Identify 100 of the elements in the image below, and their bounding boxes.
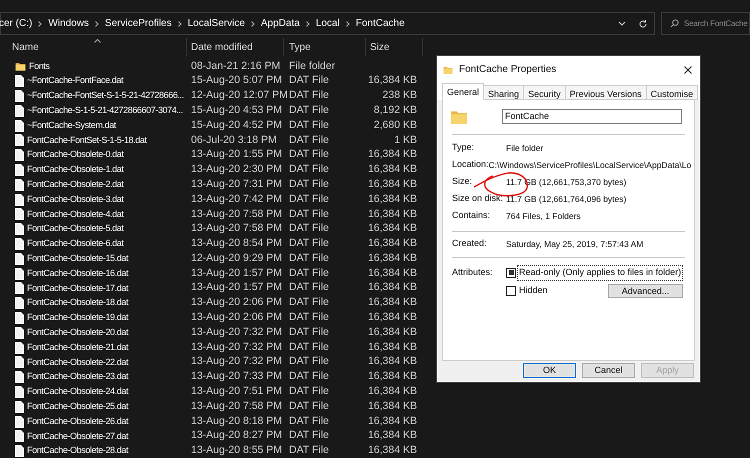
file-type: DAT File [288,221,330,236]
close-icon[interactable] [684,66,692,74]
tab[interactable]: General [442,83,484,100]
column-header[interactable]: Date modified [191,40,253,54]
file-type: DAT File [288,147,330,162]
chevron-right-icon [346,20,350,26]
tab[interactable]: Security [523,85,566,100]
file-size: 16,384 KB [368,163,417,176]
file-size: 16,384 KB [368,178,417,190]
file-icon [15,416,24,428]
file-name[interactable]: FontCache-Obsolete-4.dat [27,208,124,222]
file-icon [15,194,24,206]
file-name[interactable]: FontCache-Obsolete-23.dat [27,370,128,384]
file-type: DAT File [288,443,330,458]
date-modified: 13-Aug-20 7:58 PM [190,398,284,414]
file-name[interactable]: FontCache-Obsolete-15.dat [27,252,128,266]
refresh-icon[interactable] [638,18,648,28]
file-type: DAT File [288,340,330,355]
file-type: DAT File [288,162,330,178]
dialog-button[interactable]: OK [523,363,576,378]
file-size: 16,384 KB [368,429,417,442]
file-icon [15,75,24,88]
file-name[interactable]: FontCache-Obsolete-18.dat [27,296,128,310]
file-name[interactable]: FontCache-Obsolete-28.dat [27,444,128,458]
file-name[interactable]: FontCache-Obsolete-3.dat [27,192,124,206]
checkbox[interactable] [506,286,516,296]
property-value: 764 Files, 1 Folders [506,210,581,222]
file-name[interactable]: FontCache-Obsolete-6.dat [27,237,124,251]
breadcrumb[interactable]: Local [316,16,340,31]
file-name[interactable]: ~FontCache-FontSet-S-1-5-21-42728666... [27,89,184,103]
property-value: Saturday, May 25, 2019, 7:57:43 AM [506,238,644,250]
file-name[interactable]: FontCache-Obsolete-24.dat [27,385,128,399]
file-type: DAT File [288,132,330,148]
file-name[interactable]: FontCache-Obsolete-21.dat [27,340,128,354]
breadcrumb[interactable]: Windows [48,16,89,31]
file-icon [15,208,24,220]
breadcrumb[interactable]: AppData [260,16,300,31]
file-size: 16,384 KB [368,74,417,86]
file-size: 16,384 KB [368,370,417,382]
checkbox[interactable] [506,268,516,278]
file-name[interactable]: FontCache-Obsolete-0.dat [27,148,124,162]
file-name[interactable]: FontCache-Obsolete-22.dat [27,356,128,370]
file-icon [15,149,24,162]
chevron-right-icon [94,20,99,26]
file-size: 16,384 KB [368,148,417,160]
file-name[interactable]: FontCache-FontSet-S-1-5-18.dat [27,134,147,148]
file-type: DAT File [288,250,330,266]
advanced-button[interactable]: Advanced... [608,284,683,298]
file-name[interactable]: ~FontCache-S-1-5-21-4272866607-3074... [27,104,183,118]
dialog-button[interactable]: Cancel [582,363,635,378]
date-modified: 15-Aug-20 4:52 PM [190,118,284,133]
chevron-down-icon[interactable] [618,20,626,26]
file-type: DAT File [288,414,330,429]
property-label: Location: [452,158,489,172]
checkbox-label[interactable]: Hidden [518,284,549,298]
file-name[interactable]: FontCache-Obsolete-16.dat [27,266,128,280]
file-name[interactable]: FontCache-Obsolete-1.dat [27,163,124,177]
file-name[interactable]: Fonts [29,60,50,74]
property-label: Size: [452,175,474,188]
tab[interactable]: Previous Versions [564,85,647,100]
file-name[interactable]: FontCache-Obsolete-19.dat [27,311,128,325]
date-modified: 13-Aug-20 7:42 PM [190,192,284,207]
file-size: 16,384 KB [368,400,417,412]
date-modified: 13-Aug-20 2:30 PM [190,162,284,178]
breadcrumb[interactable]: LocalService [188,16,245,31]
breadcrumb[interactable]: ServiceProfiles [104,16,172,31]
file-name[interactable]: FontCache-Obsolete-25.dat [27,400,128,414]
property-label: Contains: [452,209,492,222]
file-type: DAT File [288,354,330,370]
file-name[interactable]: ~FontCache-System.dat [27,118,116,132]
tab[interactable]: Customise [646,85,698,100]
date-modified: 13-Aug-20 8:18 PM [190,414,284,429]
file-icon [15,342,24,354]
search-field[interactable]: Search FontCache [661,12,750,35]
file-name[interactable]: FontCache-Obsolete-17.dat [27,282,128,296]
file-name[interactable]: FontCache-Obsolete-5.dat [27,222,124,236]
file-name[interactable]: FontCache-Obsolete-27.dat [27,430,128,444]
folder-icon [15,60,26,72]
breadcrumb[interactable]: FontCache [356,16,405,31]
file-name[interactable]: ~FontCache-FontFace.dat [27,74,124,88]
file-name[interactable]: FontCache-Obsolete-20.dat [27,326,128,340]
column-header[interactable]: Type [289,40,311,54]
column-header[interactable]: Size [370,40,390,54]
file-type: DAT File [288,280,330,296]
file-type: File folder [288,58,336,74]
folder-icon [443,64,453,74]
file-size: 16,384 KB [368,237,417,250]
property-value: File folder [506,142,544,154]
date-modified: 13-Aug-20 2:06 PM [190,295,284,310]
file-name[interactable]: FontCache-Obsolete-26.dat [27,414,128,428]
file-icon [15,400,24,413]
file-size: 16,384 KB [368,281,417,294]
folder-name-field[interactable]: FontCache [502,109,682,124]
file-type: DAT File [288,369,330,384]
file-name[interactable]: FontCache-Obsolete-2.dat [27,178,124,192]
file-size: 16,384 KB [368,326,417,338]
column-header[interactable]: Name [12,40,39,54]
checkbox-label[interactable]: Read-only (Only applies to files in folder) [518,266,682,280]
date-modified: 08-Jan-21 2:16 PM [190,58,282,74]
date-modified: 13-Aug-20 7:31 PM [190,176,284,192]
